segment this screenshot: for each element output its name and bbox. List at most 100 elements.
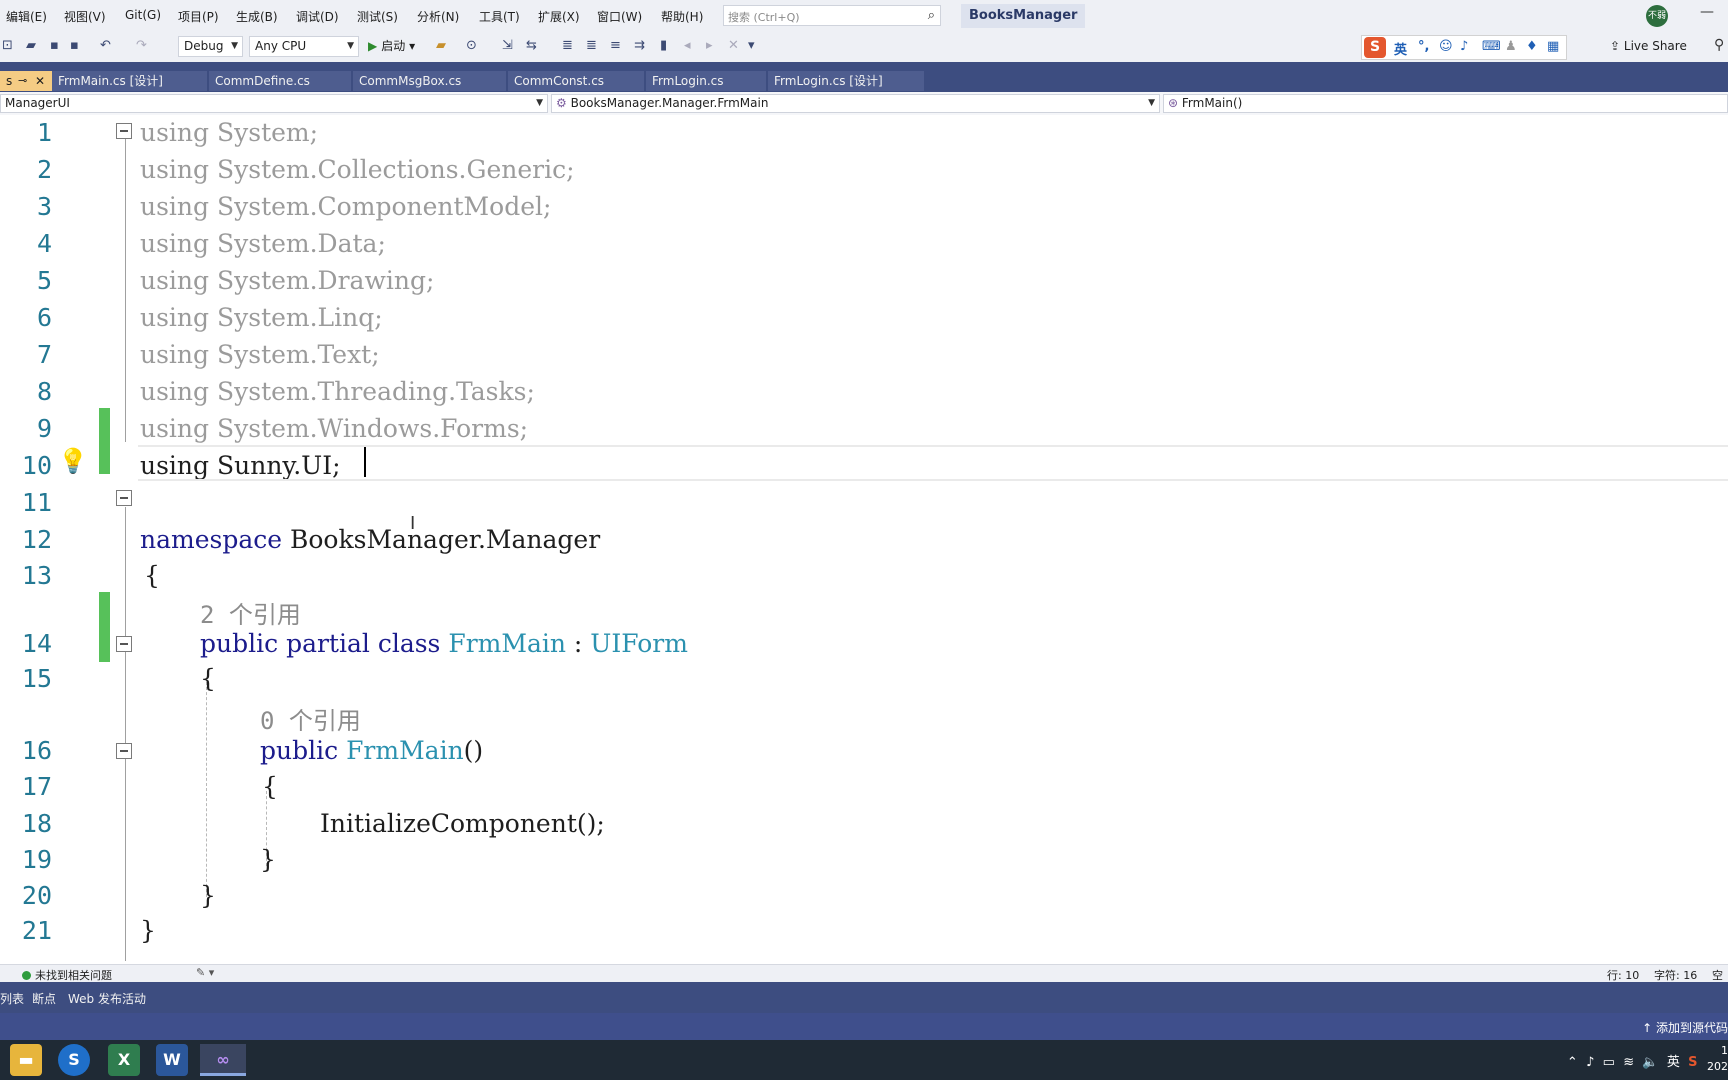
code-line: 17 { — [0, 770, 1728, 807]
sogou-browser-icon[interactable]: S — [58, 1044, 90, 1076]
prev-bookmark-icon[interactable]: ◂ — [684, 38, 691, 53]
save-all-icon[interactable]: ▪ — [70, 38, 79, 53]
method-icon: ⊛ — [1168, 96, 1179, 110]
menu-help[interactable]: 帮助(H) — [661, 8, 703, 25]
tab-frmmain-design[interactable]: FrmMain.cs [设计] — [52, 71, 207, 91]
add-to-source-control-button[interactable]: ↑ 添加到源代码 — [1642, 1019, 1728, 1036]
uncomment-icon[interactable]: ⇉ — [634, 38, 645, 53]
tab-commmsgbox[interactable]: CommMsgBox.cs — [353, 71, 506, 91]
menu-window[interactable]: 窗口(W) — [597, 8, 642, 25]
ime-lang-toggle[interactable]: 英 — [1394, 39, 1407, 58]
platform-select[interactable]: Any CPU ▼ — [249, 36, 359, 57]
battery-icon[interactable]: ▭ — [1603, 1055, 1615, 1070]
menu-analyze[interactable]: 分析(N) — [417, 8, 459, 25]
folder-icon[interactable]: ▰ — [436, 38, 446, 53]
clock[interactable]: 1 202 — [1707, 1043, 1728, 1075]
indent-icon[interactable]: ≣ — [586, 38, 597, 53]
code-line: 14 public partial class FrmMain : UIForm — [0, 627, 1728, 664]
microphone-icon[interactable]: ♪ — [1586, 1055, 1594, 1070]
wifi-icon[interactable]: ≋ — [1623, 1055, 1634, 1070]
menu-debug[interactable]: 调试(D) — [296, 8, 339, 25]
codelens-references[interactable]: 2 个引用 — [200, 595, 301, 630]
emoji-icon[interactable]: ☺ — [1439, 39, 1453, 54]
type-value: BooksManager.Manager.FrmMain — [570, 96, 769, 110]
code-line: 15 { — [0, 662, 1728, 699]
tab-commconst[interactable]: CommConst.cs — [508, 71, 644, 91]
sogou-logo-icon[interactable]: S — [1364, 37, 1386, 58]
tab-commdefine[interactable]: CommDefine.cs — [209, 71, 351, 91]
clear-bookmark-icon[interactable]: ✕ — [728, 38, 739, 53]
tab-web-publish[interactable]: Web 发布活动 — [68, 990, 146, 1007]
undo-icon[interactable]: ↶ — [100, 38, 111, 53]
close-icon[interactable]: ✕ — [35, 71, 45, 91]
feedback-icon[interactable]: ⚲ — [1714, 37, 1724, 53]
file-explorer-icon[interactable]: ▬ — [10, 1044, 42, 1076]
menu-build[interactable]: 生成(B) — [236, 8, 278, 25]
user-icon[interactable]: ♟ — [1505, 39, 1517, 54]
windows-taskbar: ▬ S X W ∞ ⌃ ♪ ▭ ≋ 🔈 英 S 1 202 — [0, 1040, 1728, 1080]
menu-git[interactable]: Git(G) — [125, 8, 161, 22]
char-position[interactable]: 字符: 16 — [1654, 967, 1697, 983]
toolbox-icon[interactable]: ▦ — [1547, 39, 1559, 54]
menu-edit[interactable]: 编辑(E) — [6, 8, 47, 25]
visual-studio-icon[interactable]: ∞ — [200, 1044, 246, 1076]
line-position[interactable]: 行: 10 — [1607, 967, 1639, 983]
project-select[interactable]: ManagerUI ▼ — [0, 94, 548, 113]
microphone-icon[interactable]: ♪ — [1460, 39, 1468, 54]
tab-frmlogin-design[interactable]: FrmLogin.cs [设计] — [768, 71, 924, 91]
line-number: 8 — [36, 377, 52, 406]
skin-icon[interactable]: ♦ — [1526, 39, 1538, 54]
punctuation-icon[interactable]: °, — [1418, 39, 1429, 54]
menu-tools[interactable]: 工具(T) — [479, 8, 520, 25]
codelens[interactable]: 0 个引用 — [0, 699, 1728, 736]
menu-extensions[interactable]: 扩展(X) — [538, 8, 580, 25]
volume-icon[interactable]: 🔈 — [1642, 1055, 1658, 1070]
new-item-icon[interactable]: ⊡ — [2, 38, 13, 53]
outdent-icon[interactable]: ≣ — [562, 38, 573, 53]
search-input[interactable]: 搜索 (Ctrl+Q) ⌕ — [723, 5, 941, 26]
line-number: 9 — [36, 414, 52, 443]
toolbar-overflow-icon[interactable]: ▾ — [748, 38, 755, 53]
tab-breakpoints[interactable]: 断点 — [32, 990, 56, 1007]
menu-project[interactable]: 项目(P) — [178, 8, 219, 25]
code-editor[interactable]: 1 using System; 2 using System.Collectio… — [0, 115, 1728, 965]
codelens[interactable]: 2 个引用 — [0, 593, 1728, 630]
next-bookmark-icon[interactable]: ▸ — [706, 38, 713, 53]
comment-icon[interactable]: ≡ — [610, 38, 621, 53]
sogou-tray-icon[interactable]: S — [1688, 1055, 1697, 1070]
chevron-down-icon: ▼ — [231, 41, 238, 51]
ibeam-cursor-icon: I — [410, 513, 416, 534]
tool-window-tabs: 列表 断点 Web 发布活动 — [0, 982, 1728, 1013]
live-share-button[interactable]: ⇪ Live Share — [1610, 39, 1687, 53]
screenshot-icon[interactable]: ⊙ — [466, 38, 477, 53]
redo-icon[interactable]: ↷ — [136, 38, 147, 53]
open-file-icon[interactable]: ▰ — [26, 38, 36, 53]
issues-indicator[interactable]: 未找到相关问题 — [22, 967, 112, 983]
clock-time: 1 — [1721, 1044, 1728, 1057]
format-icon[interactable]: ⇆ — [526, 38, 537, 53]
tab-active-document[interactable]: s ⊸ ✕ — [0, 71, 52, 91]
lightbulb-icon[interactable]: 💡 — [58, 447, 88, 475]
excel-icon[interactable]: X — [108, 1044, 140, 1076]
type-select[interactable]: ⚙ BooksManager.Manager.FrmMain ▼ — [551, 94, 1160, 113]
word-icon[interactable]: W — [156, 1044, 188, 1076]
start-button[interactable]: ▶ 启动 ▾ — [368, 37, 415, 54]
brush-icon[interactable]: ✎ ▾ — [196, 966, 214, 979]
keyboard-icon[interactable]: ⌨ — [1482, 39, 1501, 54]
bookmark-icon[interactable]: ▮ — [660, 38, 667, 53]
avatar[interactable]: 不弱 — [1646, 5, 1668, 27]
codelens-references[interactable]: 0 个引用 — [260, 701, 361, 736]
tab-error-list[interactable]: 列表 — [0, 990, 24, 1007]
step-icon[interactable]: ⇲ — [502, 38, 513, 53]
minimize-icon[interactable]: — — [1700, 4, 1714, 20]
save-icon[interactable]: ▪ — [50, 38, 59, 53]
menu-view[interactable]: 视图(V) — [64, 8, 106, 25]
code-line: 19 } — [0, 843, 1728, 880]
pin-icon[interactable]: ⊸ — [18, 71, 27, 91]
chevron-up-icon[interactable]: ⌃ — [1567, 1055, 1578, 1070]
configuration-select[interactable]: Debug ▼ — [178, 36, 243, 57]
member-select[interactable]: ⊛ FrmMain() — [1163, 94, 1728, 113]
tab-frmlogin[interactable]: FrmLogin.cs — [646, 71, 766, 91]
ime-indicator[interactable]: 英 — [1667, 1055, 1680, 1070]
menu-test[interactable]: 测试(S) — [357, 8, 398, 25]
